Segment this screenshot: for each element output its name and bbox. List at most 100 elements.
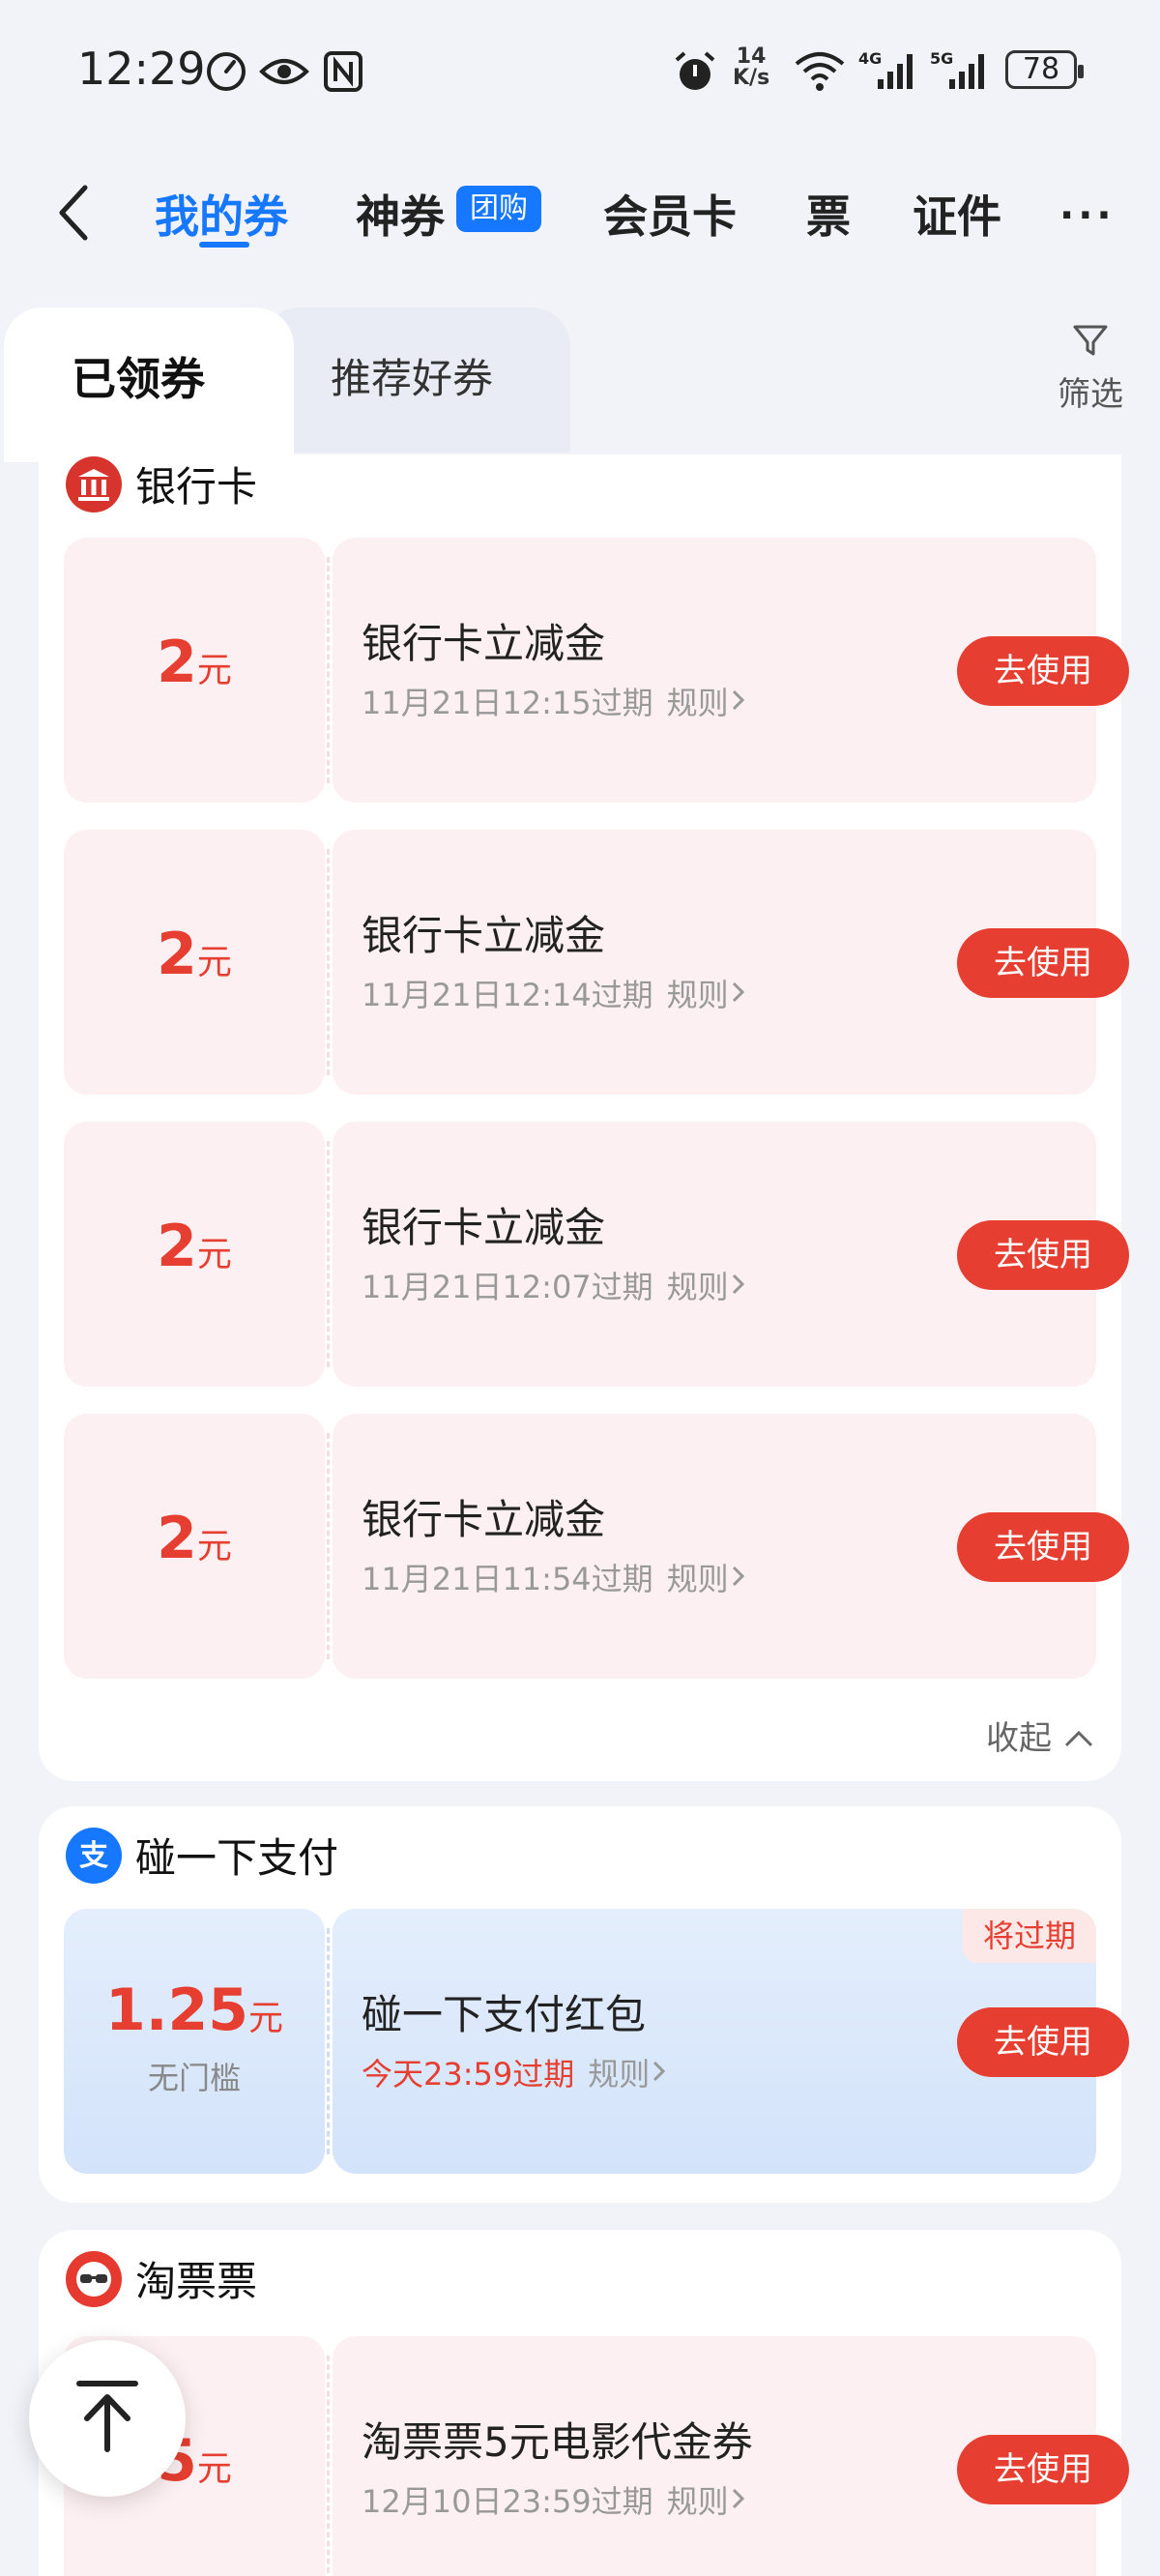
use-button[interactable]: 去使用 [957, 1220, 1129, 1290]
amount-unit: 元 [196, 651, 232, 690]
coupon-expiry: 11月21日12:14过期 [362, 977, 653, 1013]
filter-icon [1071, 325, 1110, 364]
coupon-expiry: 11月21日12:15过期 [362, 685, 653, 721]
collapse-button[interactable]: 收起 [986, 1712, 1095, 1759]
amount-value: 2 [157, 1505, 197, 1572]
coupon-info: 银行卡立减金 11月21日11:54过期 规则 去使用 [333, 1414, 1129, 1679]
coupon-expiry: 12月10日23:59过期 [362, 2483, 653, 2520]
coupon-name: 淘票票5元电影代金券 [362, 2418, 753, 2466]
amount-value: 1.25 [104, 1976, 249, 2044]
coupon-divider [327, 2356, 330, 2576]
coupon-info: 银行卡立减金 11月21日12:14过期 规则 去使用 [333, 830, 1129, 1095]
taopiaopiao-icon [66, 2250, 122, 2307]
coupon-name: 银行卡立减金 [362, 912, 606, 959]
amount-unit: 元 [196, 1235, 232, 1274]
amount-unit: 元 [248, 1999, 284, 2038]
use-button[interactable]: 去使用 [957, 1512, 1129, 1582]
coupon-amount: 2元 [64, 921, 325, 988]
coupon-info: 银行卡立减金 11月21日12:07过期 规则 去使用 [333, 1122, 1129, 1387]
status-bar: 12:29 14 K/s 4G 5G 78 [0, 0, 1160, 145]
coupon-threshold: 无门槛 [147, 2060, 241, 2096]
cell-signal-5g-icon: 5G [930, 49, 992, 97]
coupon-name: 碰一下支付红包 [362, 1991, 647, 2038]
coupon-card[interactable]: 2元 银行卡立减金 11月21日12:14过期 规则 去使用 [64, 830, 1129, 1095]
chevron-up-icon [1062, 1719, 1095, 1758]
tab-shenquan[interactable]: 神券 [356, 182, 445, 246]
rule-link[interactable]: 规则 [667, 1561, 729, 1597]
rule-link[interactable]: 规则 [667, 1269, 729, 1305]
coupon-name: 银行卡立减金 [362, 1204, 606, 1251]
coupon-info: 将过期 碰一下支付红包 今天23:59过期 规则 去使用 [333, 1909, 1129, 2174]
expiring-tag: 将过期 [963, 1909, 1096, 1963]
coupon-expiry: 11月21日12:07过期 [362, 1269, 653, 1305]
use-button[interactable]: 去使用 [957, 2007, 1129, 2077]
rule-link[interactable]: 规则 [667, 2483, 729, 2520]
filter-label: 筛选 [1058, 375, 1123, 414]
amount-value: 2 [157, 629, 197, 696]
back-to-top-button[interactable] [29, 2340, 186, 2497]
use-button[interactable]: 去使用 [957, 2435, 1129, 2504]
section-taopiaopiao: 淘票票 5元 淘票票5元电影代金券 12月10日23:59过期 规则 去使用 [39, 2230, 1129, 2576]
coupon-expiry-line: 11月21日12:14过期 规则 [362, 971, 748, 1015]
arrow-up-to-top-icon [73, 2378, 141, 2459]
filter-button[interactable]: 筛选 [1052, 321, 1129, 415]
coupon-expiry: 今天23:59过期 [362, 2056, 575, 2093]
use-button[interactable]: 去使用 [957, 636, 1129, 706]
section-title-text: 银行卡 [135, 463, 258, 511]
coupon-card[interactable]: 2元 银行卡立减金 11月21日12:15过期 规则 去使用 [64, 538, 1129, 803]
amount-value: 2 [157, 1213, 197, 1280]
collapse-label: 收起 [986, 1719, 1052, 1758]
tab-my-coupons[interactable]: 我的券 [155, 182, 288, 246]
cell-signal-5g-label: 5G [930, 50, 953, 68]
use-button[interactable]: 去使用 [957, 928, 1129, 998]
rule-link[interactable]: 规则 [667, 977, 729, 1013]
coupon-divider [327, 1928, 330, 2154]
section-title-text: 淘票票 [135, 2258, 258, 2305]
chevron-right-icon [729, 977, 748, 1013]
coupon-card[interactable]: 1.25元 无门槛 将过期 碰一下支付红包 今天23:59过期 规则 去使用 [64, 1909, 1129, 2174]
chevron-right-icon [729, 685, 748, 721]
active-tab-indicator [199, 242, 249, 248]
subtab-recommended[interactable]: 推荐好券 [331, 346, 493, 405]
amount-unit: 元 [196, 2449, 232, 2489]
amount-unit: 元 [196, 943, 232, 982]
eye-icon [259, 50, 309, 97]
back-arrow-icon[interactable] [54, 182, 93, 248]
tab-tickets[interactable]: 票 [806, 182, 851, 246]
coupon-divider [327, 1433, 330, 1659]
cell-signal-4g-icon: 4G [858, 49, 920, 97]
coupon-info: 银行卡立减金 11月21日12:15过期 规则 去使用 [333, 538, 1129, 803]
coupon-card[interactable]: 5元 淘票票5元电影代金券 12月10日23:59过期 规则 去使用 [64, 2336, 1129, 2576]
coupon-divider [327, 849, 330, 1075]
coupon-divider [327, 1141, 330, 1367]
section-title-text: 碰一下支付 [135, 1834, 339, 1882]
alarm-icon [673, 50, 717, 99]
more-button[interactable]: ··· [1059, 193, 1116, 238]
section-title: 淘票票 [66, 2249, 257, 2308]
tab-member-card[interactable]: 会员卡 [603, 182, 737, 246]
coupon-card[interactable]: 2元 银行卡立减金 11月21日11:54过期 规则 去使用 [64, 1414, 1129, 1679]
net-speed-value: 14 [736, 44, 767, 69]
chevron-right-icon [729, 1561, 748, 1597]
tab-documents[interactable]: 证件 [913, 182, 1001, 246]
section-bank-card: 银行卡 2元 银行卡立减金 11月21日12:15过期 规则 去使用 2元 银行卡… [39, 454, 1129, 1781]
rule-link[interactable]: 规则 [588, 2056, 650, 2093]
coupon-card[interactable]: 2元 银行卡立减金 11月21日12:07过期 规则 去使用 [64, 1122, 1129, 1387]
amount-unit: 元 [196, 1527, 232, 1566]
net-speed: 14 K/s [733, 46, 769, 89]
wifi-icon [793, 50, 847, 97]
subtab-claimed-label[interactable]: 已领券 [72, 344, 205, 408]
chevron-right-icon [729, 2483, 748, 2520]
coupon-expiry-line: 11月21日12:15过期 规则 [362, 679, 748, 723]
svg-text:支: 支 [79, 1839, 108, 1873]
group-buy-badge: 团购 [456, 186, 541, 232]
rule-link[interactable]: 规则 [667, 685, 729, 721]
coupon-expiry: 11月21日11:54过期 [362, 1561, 653, 1597]
clock: 12:29 [77, 43, 206, 95]
bank-icon [66, 455, 122, 512]
coupon-info: 淘票票5元电影代金券 12月10日23:59过期 规则 去使用 [333, 2336, 1129, 2576]
section-title: 支 碰一下支付 [66, 1826, 338, 1885]
coupon-amount: 2元 [64, 1213, 325, 1280]
section-tap-pay: 支 碰一下支付 1.25元 无门槛 将过期 碰一下支付红包 今天23:59过期规… [39, 1806, 1129, 2203]
coupon-divider [327, 557, 330, 783]
